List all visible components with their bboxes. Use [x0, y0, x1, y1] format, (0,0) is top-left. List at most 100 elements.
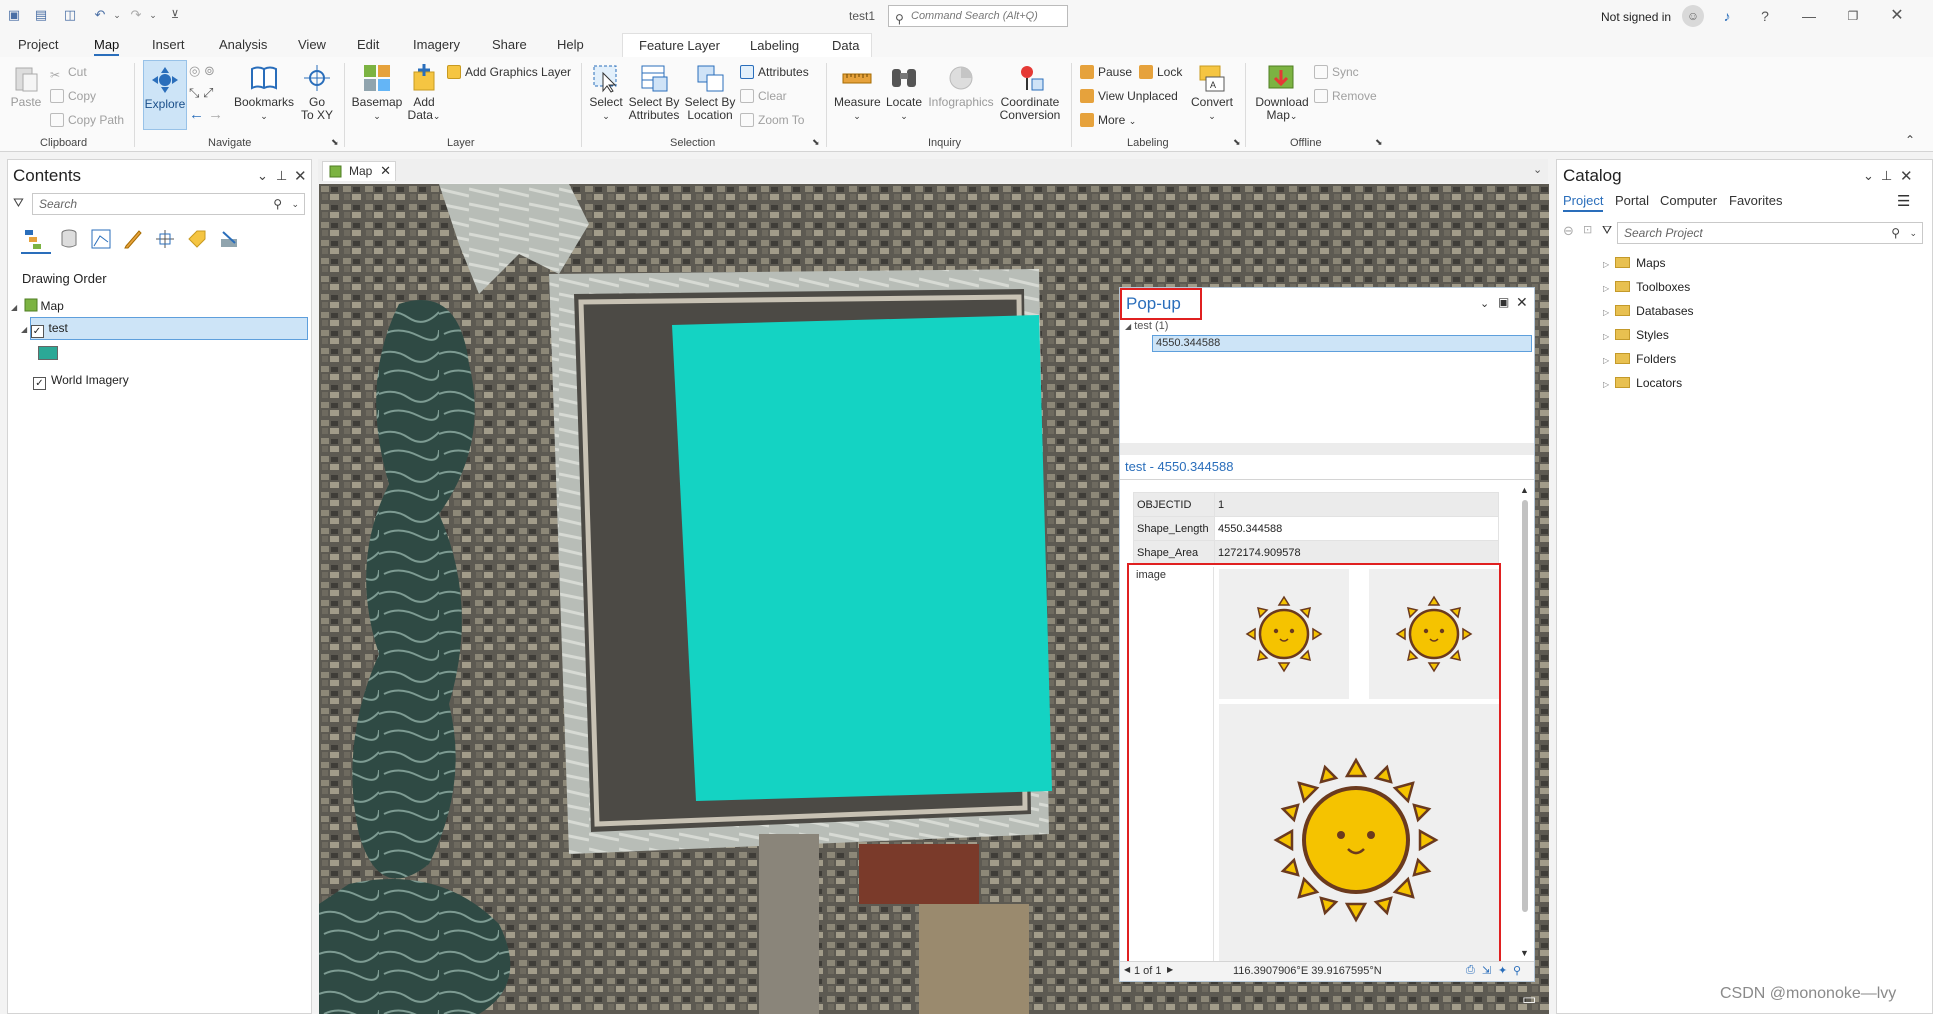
undo-icon[interactable]: ↶	[92, 7, 108, 23]
catalog-item-styles[interactable]: ▷ Styles	[1603, 328, 1669, 342]
next-extent-icon[interactable]: →	[208, 106, 223, 123]
notification-bell-icon[interactable]: ♪	[1717, 6, 1737, 26]
view-unplaced-button[interactable]: View Unplaced	[1080, 88, 1178, 104]
tab-insert[interactable]: Insert	[152, 37, 185, 52]
command-search-input[interactable]: ⚲ Command Search (Alt+Q)	[888, 5, 1068, 27]
print-icon[interactable]: ⎙	[1466, 964, 1475, 977]
expand-arrow-icon[interactable]: ▷	[1603, 380, 1609, 389]
popup-scrollbar[interactable]: ▲ ▼	[1519, 485, 1531, 961]
pane-options-icon[interactable]: ⌄	[257, 168, 268, 184]
close-icon[interactable]: ✕	[1516, 294, 1528, 311]
close-icon[interactable]: ✕	[1887, 6, 1907, 26]
select-button[interactable]: Select ⌄	[588, 63, 624, 123]
copy-path-button[interactable]: Copy Path	[50, 112, 124, 128]
pane-options-icon[interactable]: ⌄	[1863, 168, 1874, 184]
remove-button[interactable]: Remove	[1314, 88, 1377, 104]
previous-extent-icon[interactable]: ← →	[189, 107, 223, 123]
tab-data[interactable]: Data	[832, 38, 859, 53]
infographics-button[interactable]: Infographics	[926, 63, 996, 109]
back-icon[interactable]: ⊖	[1563, 223, 1574, 239]
selected-feature-polygon[interactable]	[672, 315, 1052, 801]
popup-tree-layer[interactable]: ◢ test (1)	[1125, 320, 1168, 332]
add-graphics-layer-button[interactable]: Add Graphics Layer	[447, 64, 571, 80]
snapping-icon[interactable]	[154, 228, 176, 250]
catalog-tab-favorites[interactable]: Favorites	[1729, 193, 1782, 208]
tab-project[interactable]: Project	[18, 37, 58, 52]
labeling-tag-icon[interactable]	[186, 228, 208, 250]
map-view[interactable]: Pop-up ⌄ ▣ ✕ ◢ test (1) 4550.344588 test…	[319, 184, 1549, 1014]
contents-search-input[interactable]: Search ⚲ ⌄	[32, 193, 305, 215]
project-icon[interactable]: ▣	[6, 7, 22, 23]
tab-edit[interactable]: Edit	[357, 37, 379, 52]
expand-arrow-icon[interactable]: ◢	[1125, 322, 1131, 331]
catalog-item-maps[interactable]: ▷ Maps	[1603, 256, 1666, 270]
convert-button[interactable]: A Convert ⌄	[1188, 63, 1236, 123]
tab-map[interactable]: Map	[94, 37, 120, 56]
hamburger-menu-icon[interactable]: ☰	[1897, 192, 1910, 210]
add-data-button[interactable]: Add Data⌄	[404, 63, 444, 123]
catalog-item-folders[interactable]: ▷ Folders	[1603, 352, 1676, 366]
filter-icon[interactable]: ⛛	[1602, 223, 1612, 238]
expand-arrow-icon[interactable]: ▷	[1603, 332, 1609, 341]
catalog-search-input[interactable]: Search Project ⚲ ⌄	[1617, 222, 1923, 244]
attributes-button[interactable]: Attributes	[740, 64, 809, 80]
previous-feature-icon[interactable]: ◀	[1124, 965, 1130, 974]
measure-button[interactable]: Measure ⌄	[834, 63, 881, 123]
close-icon[interactable]: ✕	[1900, 167, 1913, 185]
customize-toolbar-icon[interactable]: ⊻	[167, 7, 183, 23]
dialog-launcher-icon[interactable]: ⬊	[1233, 137, 1241, 148]
basemap-button[interactable]: Basemap ⌄	[351, 63, 403, 123]
copy-button[interactable]: Copy	[50, 88, 96, 104]
zoom-to-icon[interactable]: ⚲	[1513, 964, 1521, 977]
filter-icon[interactable]: ⛛	[13, 195, 24, 211]
expand-arrow-icon[interactable]: ◢	[21, 325, 27, 334]
drawing-order-icon[interactable]	[23, 228, 47, 250]
clear-selection-button[interactable]: Clear	[740, 88, 787, 104]
expand-arrow-icon[interactable]: ▷	[1603, 284, 1609, 293]
catalog-tab-portal[interactable]: Portal	[1615, 193, 1649, 208]
tab-feature-layer[interactable]: Feature Layer	[639, 38, 720, 53]
help-icon[interactable]: ?	[1755, 6, 1775, 26]
close-icon[interactable]: ✕	[294, 167, 307, 185]
dialog-launcher-icon[interactable]: ⬊	[812, 137, 820, 148]
dialog-launcher-icon[interactable]: ⬊	[1375, 137, 1383, 148]
catalog-item-toolboxes[interactable]: ▷ Toolboxes	[1603, 280, 1690, 294]
pin-icon[interactable]: ⊥	[1881, 168, 1892, 184]
download-map-button[interactable]: Download Map⌄	[1252, 63, 1312, 123]
tab-view[interactable]: View	[298, 37, 326, 52]
expand-arrow-icon[interactable]: ▷	[1603, 356, 1609, 365]
selection-view-icon[interactable]	[90, 228, 112, 250]
fixed-zoom-icon[interactable]: ⤡ ⤢	[189, 85, 213, 101]
select-by-location-button[interactable]: Select By Location	[684, 63, 736, 122]
map-notes-icon[interactable]: ▭	[1522, 990, 1536, 1008]
expand-arrow-icon[interactable]: ▷	[1603, 308, 1609, 317]
tree-item-map[interactable]: ◢ Map	[11, 298, 64, 313]
collapse-ribbon-icon[interactable]: ⌃	[1905, 133, 1915, 147]
coordinate-conversion-button[interactable]: Coordinate Conversion	[998, 63, 1062, 122]
sign-in-status[interactable]: Not signed in	[1601, 10, 1671, 24]
tab-imagery[interactable]: Imagery	[413, 37, 460, 52]
tab-share[interactable]: Share	[492, 37, 527, 52]
editing-pencil-icon[interactable]	[122, 228, 144, 250]
popup-splitter[interactable]	[1120, 443, 1534, 455]
tab-labeling[interactable]: Labeling	[750, 38, 799, 53]
catalog-item-locators[interactable]: ▷ Locators	[1603, 376, 1682, 390]
zoom-to-selection-button[interactable]: Zoom To	[740, 112, 804, 128]
tree-item-test[interactable]: ◢ ✓ test	[21, 321, 68, 338]
tab-overflow-icon[interactable]: ⌄	[1533, 163, 1542, 176]
pause-labeling-button[interactable]: Pause	[1080, 64, 1132, 80]
bookmarks-button[interactable]: Bookmarks ⌄	[234, 63, 294, 123]
catalog-tab-project[interactable]: Project	[1563, 193, 1604, 212]
perspective-imagery-icon[interactable]	[218, 228, 240, 250]
next-feature-icon[interactable]: ▶	[1167, 965, 1173, 974]
save-icon[interactable]: ◫	[62, 7, 78, 23]
tree-item-test-selected[interactable]	[30, 317, 308, 340]
tree-item-world-imagery[interactable]: ✓ World Imagery	[33, 373, 129, 390]
more-labeling-button[interactable]: More ⌄	[1080, 112, 1136, 129]
up-folder-icon[interactable]: ⊡	[1583, 223, 1592, 236]
data-source-icon[interactable]	[58, 228, 80, 250]
select-by-attributes-button[interactable]: Select By Attributes	[627, 63, 681, 122]
dialog-launcher-icon[interactable]: ⬊	[331, 137, 339, 148]
expand-arrow-icon[interactable]: ◢	[11, 303, 17, 312]
restore-icon[interactable]: ❐	[1843, 6, 1863, 26]
